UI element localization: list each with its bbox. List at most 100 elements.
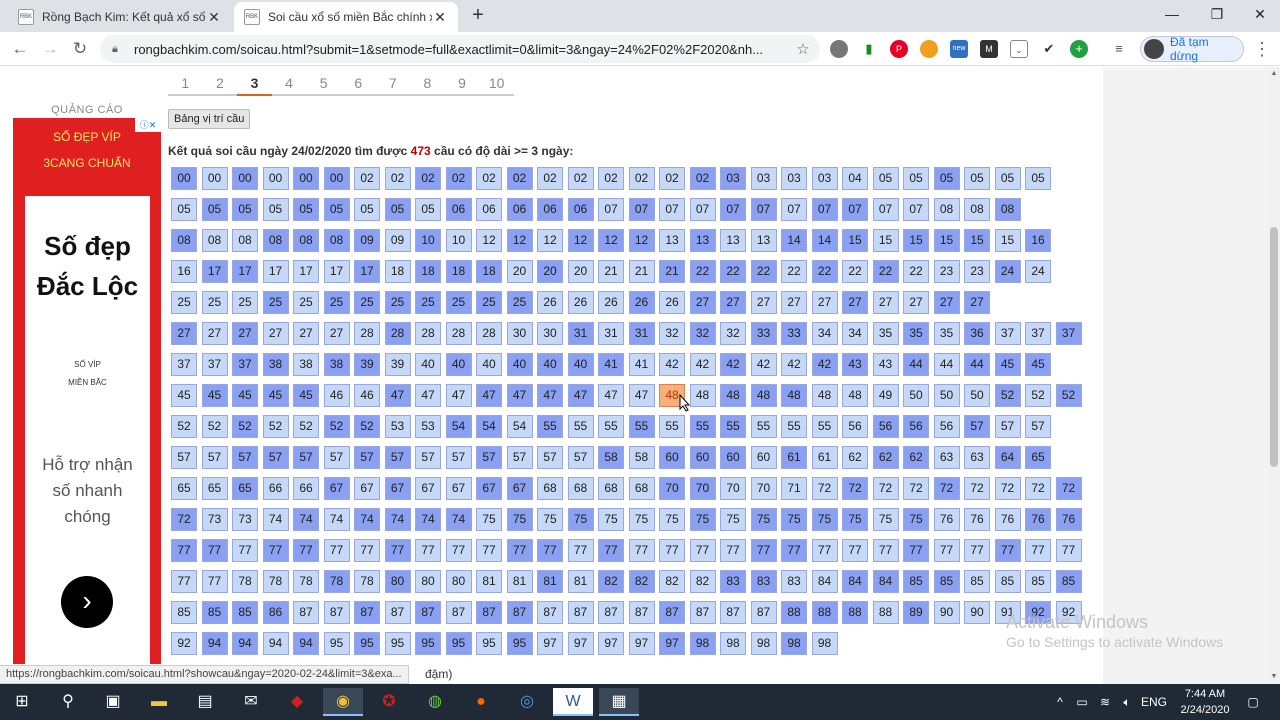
cau-cell[interactable]: 74: [445, 508, 472, 531]
cau-cell[interactable]: 05: [262, 198, 289, 221]
cau-cell[interactable]: 55: [598, 415, 624, 438]
cau-cell[interactable]: 07: [689, 198, 716, 221]
cau-cell[interactable]: 06: [537, 198, 563, 221]
cau-cell[interactable]: 78: [293, 570, 319, 593]
cau-cell[interactable]: 60: [659, 446, 685, 469]
cau-cell[interactable]: 68: [628, 477, 655, 500]
cau-cell[interactable]: 27: [293, 322, 319, 345]
cau-cell[interactable]: 77: [720, 539, 746, 562]
cau-cell[interactable]: 07: [720, 198, 746, 221]
cau-cell[interactable]: 75: [689, 508, 716, 531]
cau-cell[interactable]: 98: [811, 632, 838, 655]
cau-cell[interactable]: 15: [872, 229, 899, 252]
cau-cell[interactable]: 08: [323, 229, 350, 252]
cau-cell[interactable]: 40: [415, 353, 441, 376]
cau-cell[interactable]: 85: [964, 570, 990, 593]
cau-cell[interactable]: 25: [445, 291, 472, 314]
cau-cell[interactable]: 02: [354, 167, 380, 190]
cau-cell[interactable]: 87: [445, 601, 472, 624]
cau-cell[interactable]: 03: [750, 167, 777, 190]
cau-cell[interactable]: 75: [476, 508, 502, 531]
cau-cell[interactable]: 27: [842, 291, 868, 314]
cau-cell[interactable]: 42: [811, 353, 838, 376]
cau-cell[interactable]: 95: [506, 632, 533, 655]
cau-cell[interactable]: 97: [628, 632, 655, 655]
cau-cell[interactable]: 74: [293, 508, 319, 531]
cau-cell[interactable]: 14: [811, 229, 838, 252]
cau-cell[interactable]: 72: [994, 477, 1021, 500]
new-tab-button[interactable]: +: [466, 4, 490, 28]
cau-cell[interactable]: 80: [384, 570, 411, 593]
start-icon[interactable]: ⊞: [2, 688, 42, 716]
cau-cell[interactable]: 05: [293, 198, 319, 221]
cau-cell[interactable]: 52: [262, 415, 289, 438]
task-view-icon[interactable]: ▣: [93, 688, 133, 716]
cau-cell[interactable]: 05: [171, 198, 197, 221]
cau-cell[interactable]: 85: [994, 570, 1021, 593]
profile-button[interactable]: Đã tạm dừng: [1140, 35, 1244, 63]
cau-cell[interactable]: 37: [994, 322, 1021, 345]
word-icon[interactable]: W: [553, 688, 593, 716]
cau-cell[interactable]: 77: [1025, 539, 1051, 562]
cau-cell[interactable]: 00: [323, 167, 350, 190]
scroll-thumb[interactable]: [1270, 227, 1278, 467]
cau-cell[interactable]: 85: [903, 570, 929, 593]
cau-cell[interactable]: 77: [354, 539, 380, 562]
cau-cell[interactable]: 52: [293, 415, 319, 438]
cau-cell[interactable]: 97: [659, 632, 685, 655]
cau-cell[interactable]: 05: [323, 198, 350, 221]
cau-cell[interactable]: 72: [903, 477, 929, 500]
mail-app-icon[interactable]: ✉: [231, 688, 271, 716]
cau-cell[interactable]: 92: [171, 632, 197, 655]
cau-cell[interactable]: 77: [201, 539, 228, 562]
cau-cell[interactable]: 90: [933, 601, 960, 624]
cau-cell[interactable]: 27: [903, 291, 929, 314]
cau-cell[interactable]: 25: [506, 291, 533, 314]
cau-cell[interactable]: 75: [811, 508, 838, 531]
cau-cell[interactable]: 07: [628, 198, 655, 221]
cau-cell[interactable]: 61: [811, 446, 838, 469]
cau-cell[interactable]: 06: [567, 198, 594, 221]
cau-cell[interactable]: 07: [598, 198, 624, 221]
cau-cell[interactable]: 02: [476, 167, 502, 190]
cau-cell[interactable]: 78: [323, 570, 350, 593]
cau-cell[interactable]: 65: [232, 477, 258, 500]
cau-cell[interactable]: 37: [1025, 322, 1051, 345]
cau-cell[interactable]: 57: [232, 446, 258, 469]
cau-cell[interactable]: 77: [262, 539, 289, 562]
cau-cell[interactable]: 87: [506, 601, 533, 624]
cau-cell[interactable]: 97: [567, 632, 594, 655]
cau-cell[interactable]: 26: [598, 291, 624, 314]
cau-cell[interactable]: 20: [537, 260, 563, 283]
cau-cell[interactable]: 78: [232, 570, 258, 593]
cau-cell[interactable]: 48: [781, 384, 807, 407]
extension-1-icon[interactable]: [830, 40, 848, 58]
cau-cell[interactable]: 76: [1055, 508, 1082, 531]
cau-cell[interactable]: 77: [689, 539, 716, 562]
ad-banner[interactable]: ⓘ✕ SỐ ĐẸP VÍP 3CANG CHUẨN Số đẹp Đắc Lộc…: [13, 118, 161, 664]
cau-cell[interactable]: 45: [994, 353, 1021, 376]
cau-cell[interactable]: 06: [445, 198, 472, 221]
cau-cell[interactable]: 27: [811, 291, 838, 314]
cau-cell[interactable]: 57: [354, 446, 380, 469]
cau-cell[interactable]: 00: [171, 167, 197, 190]
cau-cell[interactable]: 21: [628, 260, 655, 283]
cau-cell[interactable]: 22: [811, 260, 838, 283]
cau-cell[interactable]: 72: [171, 508, 197, 531]
cau-cell[interactable]: 42: [750, 353, 777, 376]
cau-cell[interactable]: 02: [659, 167, 685, 190]
cau-cell[interactable]: 25: [293, 291, 319, 314]
cau-cell[interactable]: 52: [994, 384, 1021, 407]
cau-cell[interactable]: 02: [415, 167, 441, 190]
cau-cell[interactable]: 85: [1055, 570, 1082, 593]
close-tab-icon[interactable]: ✕: [432, 9, 448, 26]
cau-cell[interactable]: 47: [415, 384, 441, 407]
cau-cell[interactable]: 86: [262, 601, 289, 624]
cau-cell[interactable]: 27: [323, 322, 350, 345]
cau-cell[interactable]: 33: [781, 322, 807, 345]
cau-cell[interactable]: 37: [201, 353, 228, 376]
cau-cell[interactable]: 42: [720, 353, 746, 376]
page-link[interactable]: 3: [237, 75, 272, 96]
cau-cell[interactable]: 02: [384, 167, 411, 190]
check-icon[interactable]: ✔: [1040, 40, 1058, 58]
